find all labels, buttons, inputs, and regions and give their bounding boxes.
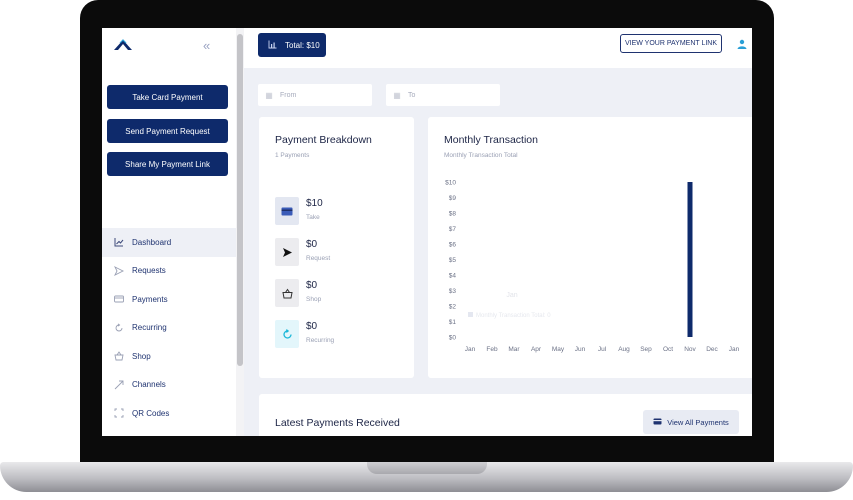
total-label: Total: $10 <box>285 40 320 50</box>
total-button[interactable]: Total: $10 <box>258 33 326 57</box>
calendar-icon: ▦ <box>393 90 401 100</box>
take-card-payment-button[interactable]: Take Card Payment <box>107 85 228 109</box>
y-tick-label: $3 <box>449 288 457 295</box>
tooltip-swatch <box>468 312 473 317</box>
sidebar: « Take Card Payment Send Payment Request… <box>102 28 236 436</box>
x-tick-label: Jan <box>729 346 740 353</box>
x-tick-label: Nov <box>684 346 696 353</box>
breakdown-value: $0 <box>306 239 318 250</box>
x-tick-label: Jun <box>575 346 586 353</box>
recurring-icon <box>275 320 299 348</box>
sidebar-item-label: Payments <box>132 294 168 304</box>
sidebar-item-label: Requests <box>132 266 166 276</box>
calendar-icon: ▦ <box>265 90 273 100</box>
y-tick-label: $0 <box>449 335 457 342</box>
x-tick-label: Apr <box>531 346 542 353</box>
breakdown-value: $0 <box>306 321 318 332</box>
send-icon <box>114 265 124 276</box>
breakdown-label: Recurring <box>306 337 335 344</box>
sidebar-item-qr-codes[interactable]: QR Codes <box>102 399 236 428</box>
send-icon <box>275 238 299 266</box>
basket-icon <box>114 351 124 361</box>
card-icon <box>275 197 299 225</box>
top-bar: Total: $10 VIEW YOUR PAYMENT LINK <box>244 28 752 68</box>
breakdown-label: Request <box>306 255 331 262</box>
tooltip-title: Jan <box>506 292 517 299</box>
app-screen: « Take Card Payment Send Payment Request… <box>102 28 752 436</box>
breakdown-item-take: $10 Take <box>275 197 425 227</box>
view-all-payments-button[interactable]: View All Payments <box>643 410 739 434</box>
monthly-transaction-card: Monthly Transaction Monthly Transaction … <box>428 117 752 378</box>
y-tick-label: $1 <box>449 319 457 326</box>
qr-icon <box>114 408 124 418</box>
to-date-placeholder: To <box>408 91 416 99</box>
sidebar-nav: Dashboard Requests Payments Recurring Sh… <box>102 228 236 428</box>
breakdown-value: $0 <box>306 280 318 291</box>
collapse-sidebar-icon[interactable]: « <box>203 38 210 53</box>
sidebar-item-recurring[interactable]: Recurring <box>102 314 236 343</box>
recurring-icon <box>114 323 124 333</box>
latest-payments-card: Latest Payments Received View All Paymen… <box>259 394 752 436</box>
y-tick-label: $6 <box>449 242 457 249</box>
breakdown-value: $10 <box>306 198 323 209</box>
x-tick-label: May <box>552 346 565 353</box>
brand-logo-icon[interactable] <box>112 38 134 52</box>
breakdown-item-request: $0 Request <box>275 238 425 268</box>
breakdown-item-recurring: $0 Recurring <box>275 320 425 350</box>
y-tick-label: $10 <box>445 180 456 187</box>
laptop-notch <box>367 462 487 474</box>
user-avatar-icon[interactable] <box>737 39 747 49</box>
basket-icon <box>275 279 299 307</box>
card-title: Payment Breakdown <box>275 134 372 146</box>
y-tick-label: $4 <box>449 273 457 280</box>
y-tick-label: $8 <box>449 211 457 218</box>
scrollbar-thumb[interactable] <box>237 34 243 366</box>
x-tick-label: Feb <box>486 346 498 353</box>
x-tick-label: Dec <box>706 346 718 353</box>
view-all-label: View All Payments <box>667 417 729 427</box>
y-tick-label: $2 <box>449 304 457 311</box>
card-icon <box>114 294 124 304</box>
sidebar-item-dashboard[interactable]: Dashboard <box>102 228 236 257</box>
x-tick-label: Jul <box>598 346 607 353</box>
sidebar-scrollbar[interactable] <box>236 28 244 436</box>
send-payment-request-button[interactable]: Send Payment Request <box>107 119 228 143</box>
card-icon <box>653 418 662 427</box>
x-tick-label: Oct <box>663 346 673 353</box>
breakdown-item-shop: $0 Shop <box>275 279 425 309</box>
sidebar-item-payments[interactable]: Payments <box>102 285 236 314</box>
card-subtitle: 1 Payments <box>275 152 310 159</box>
bar-chart-icon <box>268 40 277 51</box>
y-tick-label: $5 <box>449 257 457 264</box>
y-tick-label: $7 <box>449 226 457 233</box>
x-tick-label: Aug <box>618 346 630 353</box>
sidebar-item-requests[interactable]: Requests <box>102 257 236 286</box>
bar <box>687 182 693 337</box>
view-payment-link-button[interactable]: VIEW YOUR PAYMENT LINK <box>620 34 722 53</box>
x-tick-label: Mar <box>508 346 520 353</box>
tooltip-text: Monthly Transaction Total: 0 <box>476 313 551 319</box>
breakdown-label: Take <box>306 214 320 221</box>
sidebar-item-channels[interactable]: Channels <box>102 371 236 400</box>
breakdown-label: Shop <box>306 296 322 303</box>
chart-icon <box>114 237 124 247</box>
sidebar-item-label: Dashboard <box>132 237 172 247</box>
card-title: Latest Payments Received <box>275 417 400 429</box>
sidebar-item-label: Shop <box>132 351 151 361</box>
to-date-input[interactable]: ▦ To <box>386 84 500 106</box>
sidebar-item-label: QR Codes <box>132 408 170 418</box>
sidebar-item-label: Channels <box>132 380 166 390</box>
x-tick-label: Sep <box>640 346 652 353</box>
y-tick-label: $9 <box>449 195 457 202</box>
channels-icon <box>114 380 124 390</box>
monthly-transaction-chart: $0 $1 $2 $3 $4 $5 $6 $7 $8 $9 $10 Jan Feb Mar Apr May Ju… <box>445 180 740 354</box>
sidebar-item-label: Recurring <box>132 323 167 333</box>
laptop-mockup: « Take Card Payment Send Payment Request… <box>0 0 853 500</box>
from-date-placeholder: From <box>280 91 297 99</box>
sidebar-item-shop[interactable]: Shop <box>102 342 236 371</box>
x-tick-label: Jan <box>465 346 476 353</box>
share-payment-link-button[interactable]: Share My Payment Link <box>107 152 228 176</box>
from-date-input[interactable]: ▦ From <box>258 84 372 106</box>
payment-breakdown-card: Payment Breakdown 1 Payments $10 Take $0… <box>259 117 414 378</box>
